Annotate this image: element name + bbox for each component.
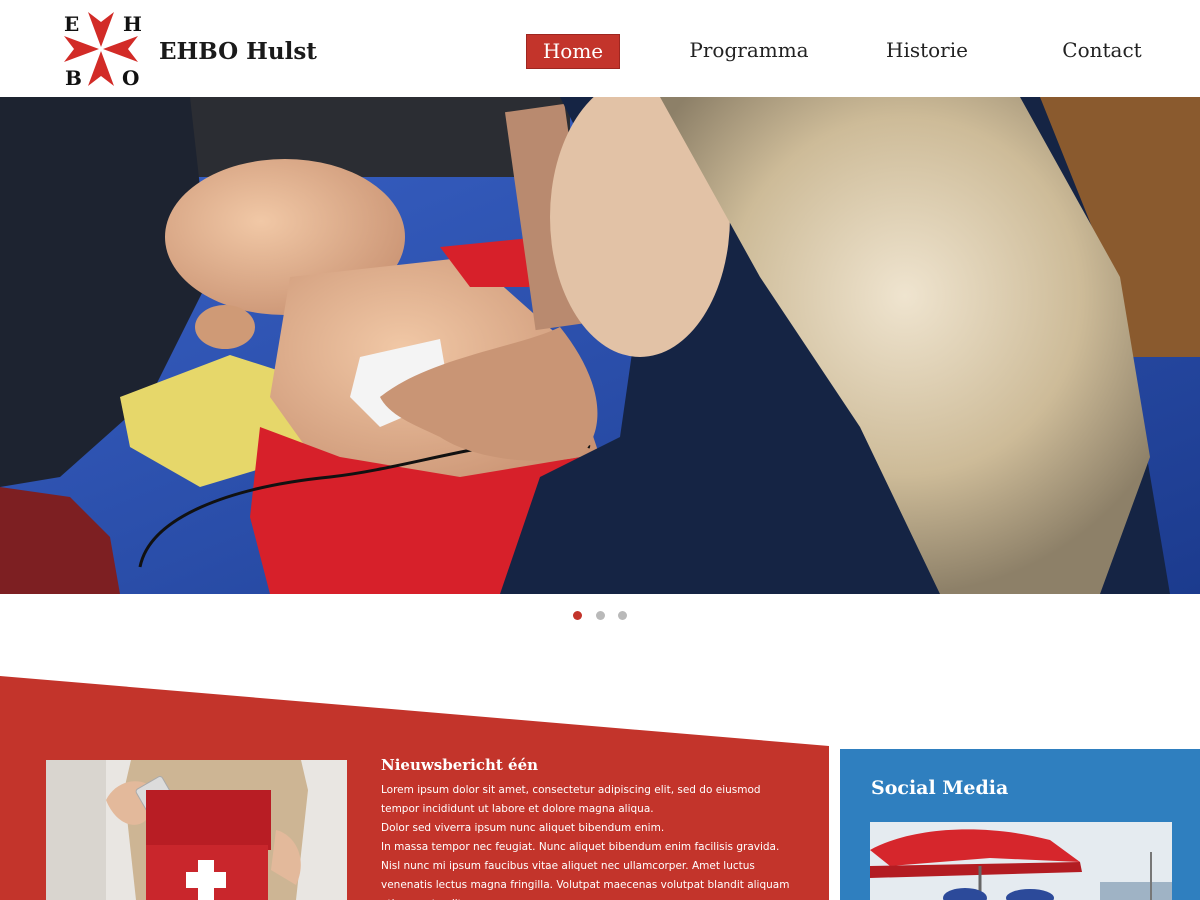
logo-letter-e: E — [64, 12, 80, 36]
carousel-indicators — [0, 605, 1200, 620]
hero-cpr-training-image — [0, 97, 1200, 594]
news-paragraph: Dolor sed viverra ipsum nunc aliquet bib… — [381, 822, 665, 834]
nav-contact[interactable]: Contact — [1058, 34, 1146, 69]
news-paragraph: Lorem ipsum dolor sit amet, consectetur … — [381, 784, 761, 815]
social-media-image[interactable] — [870, 822, 1172, 900]
nav-programma[interactable]: Programma — [688, 34, 810, 69]
ehbo-logo[interactable]: E H B O — [62, 10, 142, 90]
nav-home[interactable]: Home — [526, 34, 620, 69]
logo-letter-o: O — [122, 66, 140, 90]
news-first-aid-kit-image[interactable] — [46, 760, 347, 900]
hero-carousel[interactable] — [0, 97, 1200, 594]
news-title[interactable]: Nieuwsbericht één — [381, 756, 538, 774]
news-body: Lorem ipsum dolor sit amet, consectetur … — [381, 781, 801, 900]
nav-historie[interactable]: Historie — [880, 34, 974, 69]
event-tent-photo — [870, 822, 1172, 900]
site-header: E H B O EHBO Hulst Home Programma Histor… — [0, 0, 1200, 97]
first-aid-kit-photo — [46, 760, 347, 900]
carousel-dot-2[interactable] — [595, 611, 605, 620]
logo-letter-h: H — [123, 12, 142, 36]
site-brand[interactable]: EHBO Hulst — [159, 38, 317, 65]
social-media-title: Social Media — [871, 777, 1009, 799]
carousel-dot-3[interactable] — [617, 611, 627, 620]
carousel-dot-1[interactable] — [573, 611, 583, 620]
news-paragraph: In massa tempor nec feugiat. Nunc alique… — [381, 841, 790, 900]
logo-letter-b: B — [65, 66, 82, 90]
